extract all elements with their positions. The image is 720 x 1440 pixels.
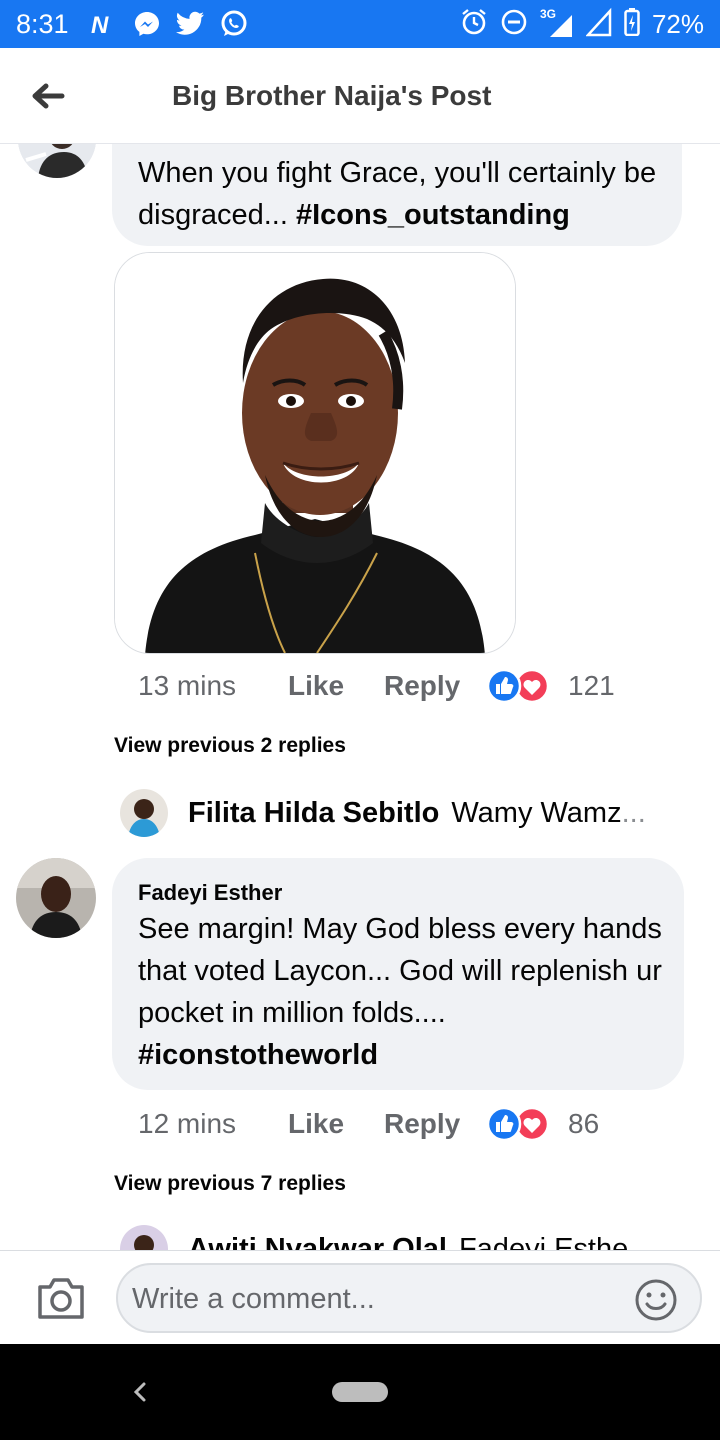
reply-preview[interactable]: Filita Hilda Sebitlo Wamy Wamz... <box>120 788 646 838</box>
reply-avatar <box>120 789 168 837</box>
comment-time: 13 mins <box>138 670 237 701</box>
commenter-avatar[interactable] <box>18 144 96 178</box>
status-time: 8:31 <box>16 8 69 39</box>
signal-icon <box>585 7 612 42</box>
reply-button[interactable]: Reply <box>384 1108 460 1140</box>
comment-body: See margin! May God bless every hands th… <box>138 913 662 1029</box>
n-app-icon: N <box>91 12 119 36</box>
signal-3g-icon: 3G <box>539 7 574 39</box>
view-previous-replies[interactable]: View previous 7 replies <box>114 1172 346 1196</box>
alarm-icon <box>460 8 488 41</box>
reply-avatar <box>120 1225 168 1250</box>
reply-author[interactable]: Awiti Nyakwar Olal <box>188 1233 447 1251</box>
comment-input[interactable]: Write a comment... <box>116 1263 702 1333</box>
twitter-icon <box>175 11 205 37</box>
comment-bubble[interactable]: Fadeyi Esther See margin! May God bless … <box>112 858 684 1090</box>
reply-button[interactable]: Reply <box>384 670 460 702</box>
emoji-icon[interactable] <box>634 1278 678 1322</box>
messenger-icon <box>133 10 161 38</box>
reaction-count: 121 <box>568 670 615 701</box>
battery-charging-icon <box>624 7 640 41</box>
comment-actions: 13 mins Like Reply 121 <box>0 666 720 706</box>
reply-preview[interactable]: Awiti Nyakwar Olal Fadeyi Esthe <box>120 1224 628 1250</box>
reply-text: Wamy Wamz... <box>451 797 645 830</box>
reaction-count: 86 <box>568 1108 600 1139</box>
like-button[interactable]: Like <box>288 1108 344 1140</box>
post-header: Big Brother Naija's Post <box>0 48 720 144</box>
view-previous-replies[interactable]: View previous 2 replies <box>114 734 346 758</box>
comment-photo[interactable] <box>114 252 516 654</box>
comment-text: See margin! May God bless every hands th… <box>138 908 668 1076</box>
comment-actions: 12 mins Like Reply 86 <box>0 1104 720 1144</box>
comment-hashtag[interactable]: #iconstotheworld <box>138 1039 378 1071</box>
back-arrow-icon[interactable] <box>28 76 68 116</box>
comment-author[interactable]: Fadeyi Esther <box>138 880 282 906</box>
nav-home-pill[interactable] <box>332 1382 388 1402</box>
comments-feed[interactable]: When you fight Grace, you'll certainly b… <box>0 144 720 1250</box>
whatsapp-icon <box>219 9 249 39</box>
commenter-avatar[interactable] <box>16 858 96 938</box>
dnd-icon <box>500 8 528 41</box>
reply-ellipsis: ... <box>621 796 646 829</box>
reactions-summary[interactable] <box>486 1106 552 1142</box>
like-button[interactable]: Like <box>288 670 344 702</box>
comment-hashtag[interactable]: #Icons_outstanding <box>296 199 570 231</box>
reply-author[interactable]: Filita Hilda Sebitlo <box>188 797 439 830</box>
system-nav-bar <box>0 1344 720 1440</box>
comment-text: When you fight Grace, you'll certainly b… <box>138 152 668 236</box>
comment-composer: Write a comment... <box>0 1250 720 1344</box>
battery-percent: 72% <box>651 8 704 39</box>
camera-icon[interactable] <box>36 1275 86 1321</box>
network-label: 3G <box>539 7 556 21</box>
page-title: Big Brother Naija's Post <box>172 80 492 111</box>
reply-text: Fadeyi Esthe <box>458 1232 629 1251</box>
nav-back-icon[interactable] <box>128 1378 152 1406</box>
svg-text:N: N <box>91 12 109 36</box>
reply-text-body: Wamy Wamz <box>451 796 622 829</box>
comment-time: 12 mins <box>138 1108 237 1139</box>
reactions-summary[interactable] <box>486 668 552 704</box>
comment-bubble[interactable]: When you fight Grace, you'll certainly b… <box>112 144 682 246</box>
comment-placeholder: Write a comment... <box>132 1283 375 1315</box>
status-bar: 8:31 N 3G 72% <box>0 0 720 48</box>
